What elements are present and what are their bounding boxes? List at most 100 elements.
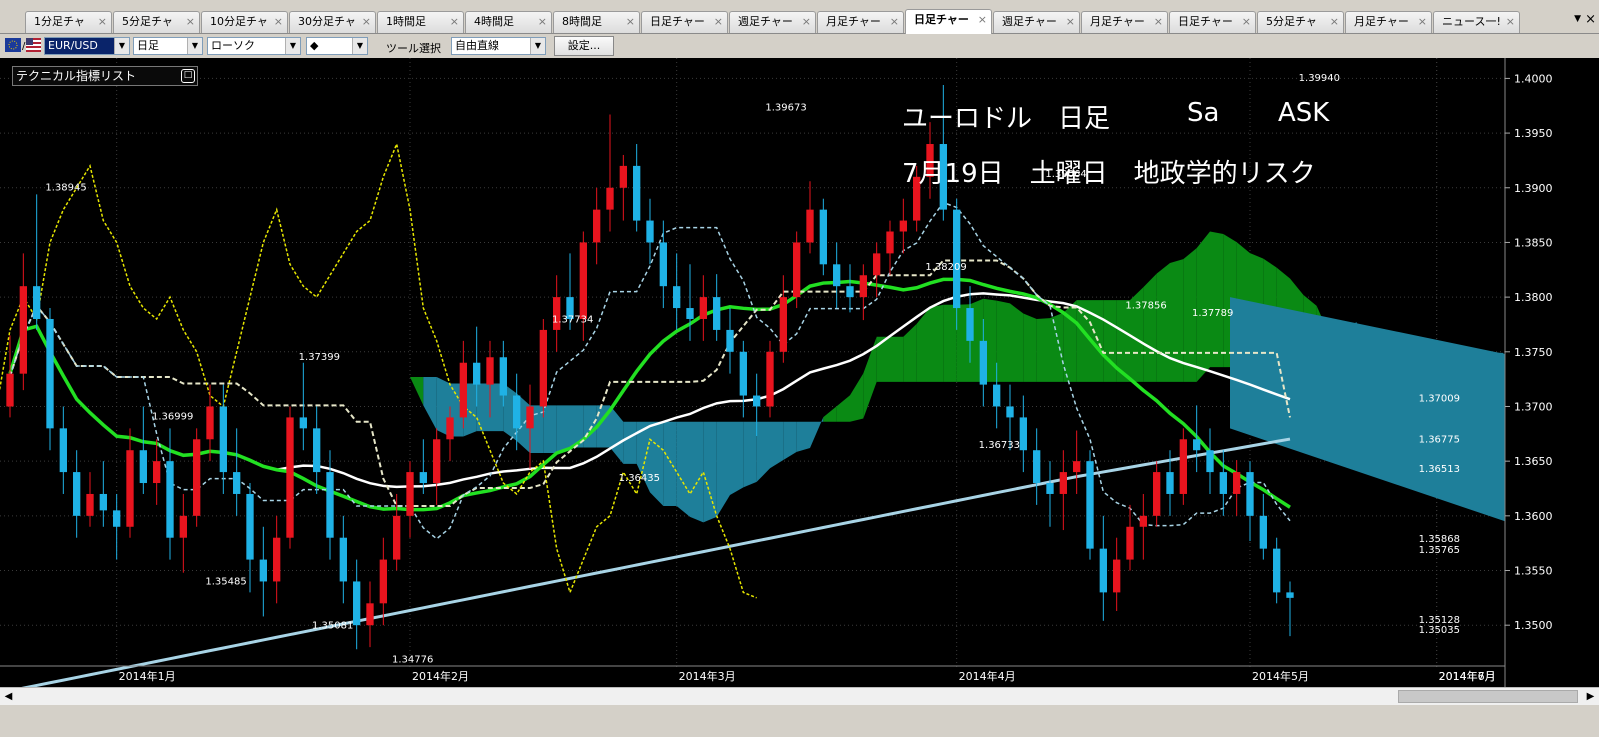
- tab-12[interactable]: 月足チャー ×: [1081, 11, 1168, 33]
- tab-close-icon[interactable]: ×: [98, 12, 107, 32]
- toolbar: / EUR/USD ▼ 日足 ▼ ローソク ▼ ◆ ▼ ツール選択 自由直線 ▼…: [0, 34, 1599, 58]
- tab-close-icon[interactable]: ×: [1418, 12, 1427, 32]
- tab-label: ニュース一!: [1442, 15, 1501, 28]
- tab-close-icon[interactable]: ×: [1066, 12, 1075, 32]
- scroll-left-icon[interactable]: ◀: [0, 688, 17, 705]
- tab-1[interactable]: 5分足チャ ×: [113, 11, 200, 33]
- tab-4[interactable]: 1時間足 ×: [377, 11, 464, 33]
- candle-body: [1006, 406, 1014, 418]
- x-tick-label: 2014年7月: [1439, 669, 1496, 683]
- ichimoku-cloud-segment: [823, 406, 837, 422]
- tab-close-icon[interactable]: ×: [274, 12, 283, 32]
- tab-close-icon[interactable]: ×: [1506, 12, 1515, 32]
- marker-select[interactable]: ◆ ▼: [306, 37, 368, 55]
- candle-body: [1113, 559, 1121, 593]
- candle-body: [233, 472, 241, 494]
- tab-label: 1時間足: [386, 15, 426, 28]
- candle-body: [726, 329, 734, 352]
- tab-close-icon[interactable]: ×: [802, 12, 811, 32]
- candle-body: [313, 428, 321, 473]
- scroll-right-icon[interactable]: ▶: [1582, 688, 1599, 705]
- candle-body: [1086, 461, 1094, 549]
- tab-close-icon[interactable]: ×: [1242, 12, 1251, 32]
- candle-body: [353, 581, 361, 626]
- tab-close-icon[interactable]: ×: [1154, 12, 1163, 32]
- tab-close-icon[interactable]: ×: [538, 12, 547, 32]
- price-annotation: 1.35868: [1419, 534, 1460, 545]
- tab-close-icon[interactable]: ×: [1330, 12, 1339, 32]
- tab-label: 5分足チャ: [1266, 15, 1317, 28]
- ichimoku-cloud-segment: [556, 405, 570, 453]
- ichimoku-cloud-segment: [316, 322, 330, 345]
- chart-area[interactable]: 1.38945 1.35485 1.37399 1.36999 1.35081 1.347…: [0, 58, 1599, 687]
- tab-11[interactable]: 週足チャー ×: [993, 11, 1080, 33]
- candle-body: [819, 209, 827, 265]
- price-annotation: 1.36775: [1419, 435, 1460, 446]
- tab-close-icon[interactable]: ×: [362, 12, 371, 32]
- tab-label: 月足チャー: [1090, 15, 1145, 28]
- tab-5[interactable]: 4時間足 ×: [465, 11, 552, 33]
- y-tick-label: 1.3900: [1514, 182, 1553, 195]
- tab-13[interactable]: 日足チャー ×: [1169, 11, 1256, 33]
- ichimoku-cloud-segment: [996, 300, 1010, 382]
- scroll-thumb[interactable]: [1398, 690, 1578, 703]
- candle-body: [219, 406, 227, 473]
- candle-body: [1059, 472, 1067, 494]
- tab-close-icon[interactable]: ×: [890, 12, 899, 32]
- tab-close-icon[interactable]: ×: [978, 10, 987, 30]
- tab-16[interactable]: ニュース一! ×: [1433, 11, 1520, 33]
- tab-close-icon[interactable]: ×: [450, 12, 459, 32]
- candle-body: [486, 357, 494, 385]
- candle-body: [86, 493, 94, 516]
- ichimoku-cloud-segment: [756, 421, 770, 482]
- tab-9[interactable]: 月足チャー ×: [817, 11, 904, 33]
- tab-2[interactable]: 10分足チャ ×: [201, 11, 288, 33]
- ichimoku-cloud-segment: [716, 421, 730, 517]
- tab-10[interactable]: 日足チャー ×: [905, 9, 992, 34]
- tab-menu-icon[interactable]: ▼: [1574, 14, 1581, 24]
- candle-body: [1073, 461, 1081, 473]
- settings-button[interactable]: 設定...: [554, 36, 614, 56]
- tool-select[interactable]: 自由直線 ▼: [451, 37, 546, 55]
- ichimoku-cloud-segment: [730, 421, 744, 496]
- horizontal-scrollbar[interactable]: ◀ ▶: [0, 687, 1599, 705]
- tab-3[interactable]: 30分足チャ ×: [289, 11, 376, 33]
- minimize-icon[interactable]: □: [181, 69, 195, 83]
- candle-body: [286, 417, 294, 538]
- candle-body: [99, 493, 107, 511]
- price-annotation: 1.39940: [1299, 73, 1340, 84]
- chevron-down-icon: ▼: [530, 38, 545, 54]
- tab-label: 4時間足: [474, 15, 514, 28]
- tab-close-icon[interactable]: ×: [714, 12, 723, 32]
- y-tick-label: 1.3800: [1514, 291, 1553, 304]
- window-close-icon[interactable]: ×: [1585, 12, 1596, 27]
- tab-8[interactable]: 週足チャー ×: [729, 11, 816, 33]
- tab-15[interactable]: 月足チャー ×: [1345, 11, 1432, 33]
- ichimoku-cloud-segment: [676, 421, 690, 517]
- candle-body: [753, 395, 761, 407]
- tab-0[interactable]: 1分足チャ ×: [25, 11, 112, 33]
- timeframe-select[interactable]: 日足 ▼: [133, 37, 203, 55]
- ichimoku-cloud-segment: [796, 421, 810, 452]
- candle-body: [19, 286, 27, 374]
- candle-body: [646, 220, 654, 243]
- tab-7[interactable]: 日足チャー ×: [641, 11, 728, 33]
- price-annotation: 1.36513: [1419, 464, 1460, 475]
- candle-body: [1153, 472, 1161, 516]
- ichimoku-cloud-segment: [770, 421, 784, 469]
- ichimoku-cloud-segment: [1103, 300, 1117, 382]
- symbol-select[interactable]: EUR/USD ▼: [44, 37, 130, 55]
- ichimoku-cloud-segment: [1143, 273, 1157, 382]
- tab-close-icon[interactable]: ×: [626, 12, 635, 32]
- tab-6[interactable]: 8時間足 ×: [553, 11, 640, 33]
- tab-14[interactable]: 5分足チャ ×: [1257, 11, 1344, 33]
- ichimoku-cloud-segment: [290, 305, 304, 336]
- price-annotation: 1.35765: [1419, 545, 1460, 556]
- ichimoku-cloud-segment: [650, 421, 664, 506]
- tab-close-icon[interactable]: ×: [186, 12, 195, 32]
- chart-type-select[interactable]: ローソク ▼: [207, 37, 301, 55]
- indicator-list-panel[interactable]: テクニカル指標リスト □: [12, 66, 198, 86]
- tab-label: 5分足チャ: [122, 15, 173, 28]
- candle-body: [473, 362, 481, 385]
- tab-label: 30分足チャ: [298, 15, 356, 28]
